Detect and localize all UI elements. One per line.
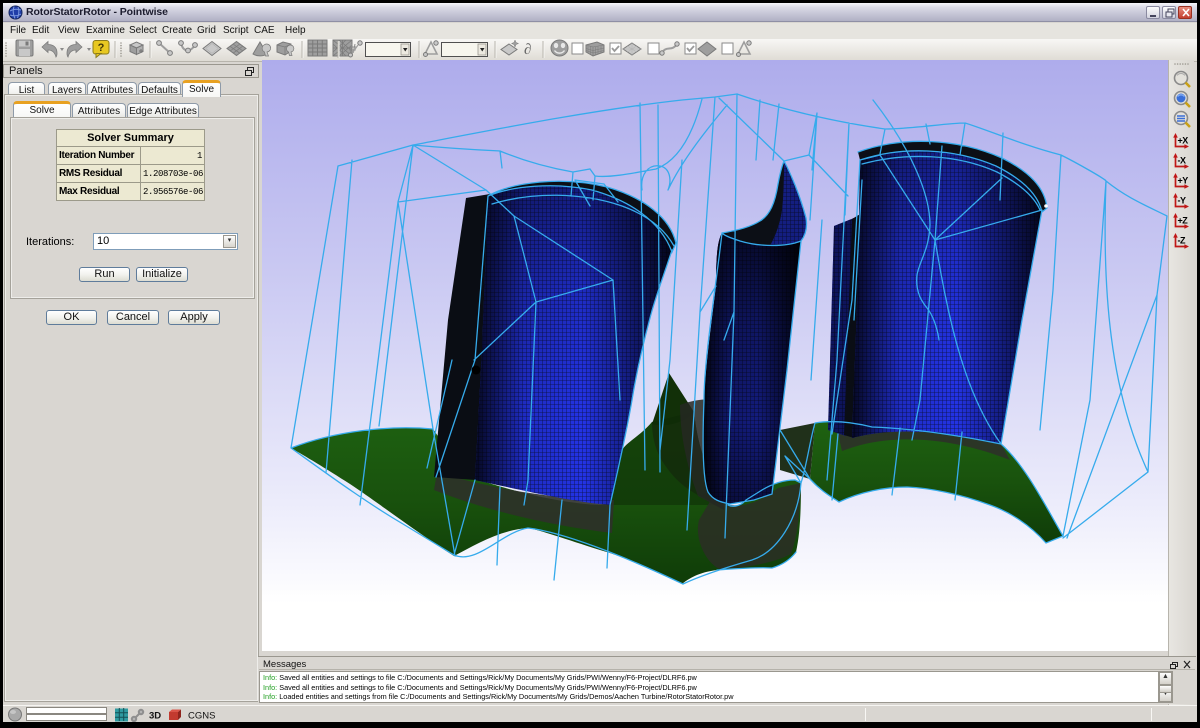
svg-text:-X: -X [1178,156,1186,166]
svg-text:-Y: -Y [1178,196,1186,206]
svg-text:-Z: -Z [1178,236,1186,246]
svg-text:+Y: +Y [1178,176,1189,186]
svg-text:∂: ∂ [524,42,531,58]
svg-text:?: ? [98,42,105,54]
svg-text:CGNS: CGNS [188,711,215,722]
svg-text:+X: +X [1178,136,1189,146]
svg-text:+Z: +Z [1178,216,1189,226]
svg-text:3D: 3D [149,711,161,722]
